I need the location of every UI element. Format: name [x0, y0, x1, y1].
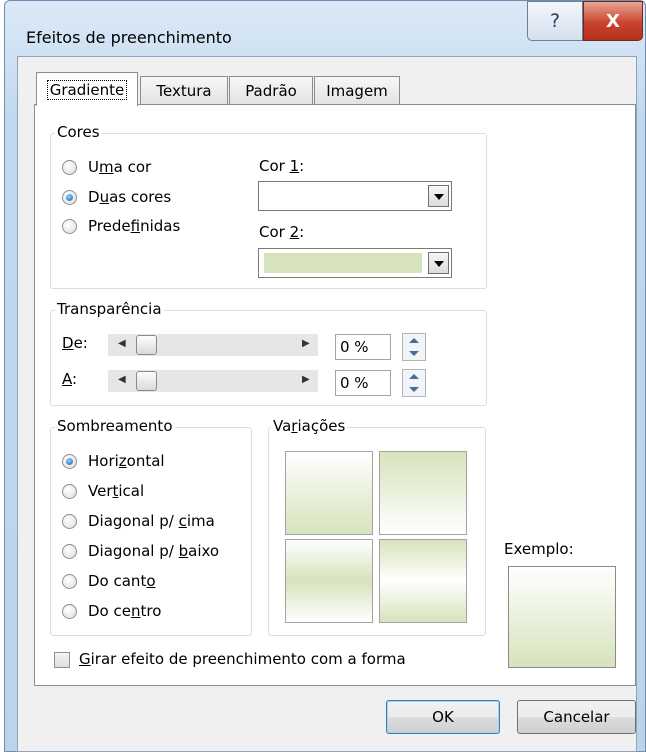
tab-label: Gradiente: [46, 79, 128, 100]
radio-label: Diagonal p/ baixo: [88, 542, 220, 560]
radio-indicator: [62, 574, 77, 589]
radio-label: Duas cores: [88, 188, 172, 206]
cor1-dropdown[interactable]: [258, 181, 452, 211]
slider-thumb[interactable]: [136, 335, 157, 355]
variation-swatch[interactable]: [379, 451, 467, 535]
exemplo-preview: [508, 566, 616, 668]
help-button[interactable]: ?: [527, 1, 583, 41]
cancel-button[interactable]: Cancelar: [517, 700, 636, 734]
a-spinner[interactable]: [402, 369, 426, 397]
radio-indicator: [62, 544, 77, 559]
radio-indicator: [62, 604, 77, 619]
cor2-dropdown[interactable]: [258, 248, 452, 278]
transparencia-group-title: Transparência: [55, 300, 164, 318]
spin-down-icon[interactable]: [409, 387, 419, 392]
tab-gradiente[interactable]: Gradiente: [36, 72, 138, 106]
radio-indicator: [62, 514, 77, 529]
dialog-title: Efeitos de preenchimento: [26, 28, 232, 47]
tab-padrao[interactable]: Padrão: [229, 76, 313, 104]
radio-indicator: [62, 190, 77, 205]
variation-swatch[interactable]: [285, 451, 373, 535]
radio-indicator: [62, 454, 77, 469]
chevron-down-icon[interactable]: [428, 185, 449, 207]
close-icon: X: [606, 10, 620, 32]
spin-down-icon[interactable]: [409, 351, 419, 356]
slider-thumb[interactable]: [136, 371, 157, 391]
tab-label: Imagem: [326, 81, 388, 100]
slider-left-icon[interactable]: ◀: [118, 338, 126, 349]
slider-right-icon[interactable]: ▶: [302, 374, 310, 385]
help-icon: ?: [549, 10, 561, 32]
radio-label: Diagonal p/ cima: [88, 512, 215, 530]
a-label: A:: [62, 370, 78, 388]
de-label: De:: [62, 334, 88, 352]
tab-imagem[interactable]: Imagem: [314, 76, 400, 104]
radio-label: Horizontal: [88, 452, 165, 470]
de-spinner[interactable]: [402, 333, 426, 361]
variation-swatch[interactable]: [285, 539, 373, 623]
variacoes-group-title: Variações: [271, 417, 348, 435]
cor2-label: Cor 2:: [259, 223, 305, 241]
cor2-swatch: [264, 253, 422, 273]
radio-indicator: [62, 160, 77, 175]
close-button[interactable]: X: [583, 1, 643, 41]
cores-group-title: Cores: [55, 123, 102, 141]
cor1-swatch: [264, 186, 422, 206]
de-slider[interactable]: ◀ ▶: [108, 334, 318, 356]
tab-label: Padrão: [245, 81, 297, 100]
radio-indicator: [62, 219, 77, 234]
radio-label: Do canto: [88, 572, 156, 590]
sombreamento-group-title: Sombreamento: [55, 417, 175, 435]
ok-button[interactable]: OK: [386, 700, 500, 734]
checkbox-indicator: [54, 652, 70, 668]
slider-right-icon[interactable]: ▶: [302, 338, 310, 349]
chevron-down-icon[interactable]: [428, 252, 449, 274]
tab-textura[interactable]: Textura: [140, 76, 228, 104]
radio-label: Uma cor: [88, 158, 152, 176]
de-value-field[interactable]: 0 %: [335, 334, 391, 360]
radio-label: Predefinidas: [88, 217, 181, 235]
radio-label: Vertical: [88, 482, 145, 500]
variation-swatch[interactable]: [379, 539, 467, 623]
cor1-label: Cor 1:: [259, 157, 305, 175]
slider-left-icon[interactable]: ◀: [118, 374, 126, 385]
spin-up-icon[interactable]: [409, 338, 419, 343]
tab-label: Textura: [156, 81, 212, 100]
radio-label: Do centro: [88, 602, 162, 620]
exemplo-label: Exemplo:: [504, 540, 574, 558]
a-value-field[interactable]: 0 %: [335, 370, 391, 396]
radio-indicator: [62, 484, 77, 499]
spin-up-icon[interactable]: [409, 374, 419, 379]
checkbox-label: Girar efeito de preenchimento com a form…: [79, 650, 406, 668]
a-slider[interactable]: ◀ ▶: [108, 370, 318, 392]
